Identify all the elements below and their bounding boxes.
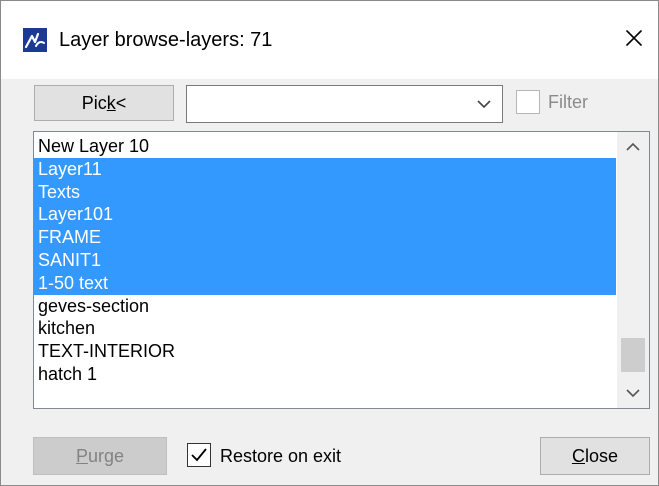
vertical-scrollbar[interactable] xyxy=(617,132,649,408)
chevron-down-icon[interactable] xyxy=(476,98,492,110)
purge-label-rest: urge xyxy=(87,446,125,466)
app-logo-icon xyxy=(23,28,47,52)
layer-list-items: New Layer 10 Layer11 Texts Layer101 FRAME SAN… xyxy=(34,132,616,386)
list-item[interactable]: kitchen xyxy=(34,317,616,340)
scroll-thumb[interactable] xyxy=(621,338,645,372)
filter-checkbox[interactable] xyxy=(516,90,540,114)
list-item[interactable]: hatch 1 xyxy=(34,363,616,386)
list-item[interactable]: New Layer 10 xyxy=(34,135,616,158)
list-item[interactable]: geves-section xyxy=(34,295,616,318)
window-title: Layer browse-layers: 71 xyxy=(59,29,273,51)
close-label-accel: C xyxy=(571,446,585,466)
restore-label: Restore on exit xyxy=(220,446,342,466)
chevron-down-icon xyxy=(626,389,640,398)
list-item[interactable]: Texts xyxy=(34,180,616,204)
layer-browse-dialog: Layer browse-layers: 71 Pick< Filter New… xyxy=(0,0,659,486)
list-item[interactable]: 1-50 text xyxy=(34,271,616,295)
restore-checkbox[interactable] xyxy=(187,443,211,467)
purge-button[interactable]: Purge xyxy=(33,437,167,475)
pick-button[interactable]: Pick< xyxy=(34,85,174,121)
pick-label-pre: Pic xyxy=(81,93,107,113)
checkmark-icon xyxy=(191,448,207,462)
purge-label-accel: P xyxy=(75,446,88,466)
list-item[interactable]: FRAME xyxy=(34,226,616,249)
list-item[interactable]: Layer11 xyxy=(34,157,616,181)
layer-list[interactable]: New Layer 10 Layer11 Texts Layer101 FRAME SAN… xyxy=(33,131,650,409)
close-icon[interactable] xyxy=(619,23,649,53)
pick-label-post: < xyxy=(115,93,127,113)
pick-label-accel: k xyxy=(106,93,116,113)
list-item[interactable]: TEXT-INTERIOR xyxy=(34,340,616,363)
layer-combo-box[interactable] xyxy=(186,85,503,123)
title-bar: Layer browse-layers: 71 xyxy=(1,1,658,79)
close-label-rest: lose xyxy=(584,446,619,466)
list-item[interactable]: Layer101 xyxy=(34,203,616,227)
chevron-up-icon xyxy=(626,142,640,151)
scroll-up-button[interactable] xyxy=(617,132,649,162)
filter-label: Filter xyxy=(548,92,588,112)
list-item[interactable]: SANIT1 xyxy=(34,248,616,272)
scroll-down-button[interactable] xyxy=(617,378,649,408)
close-button[interactable]: Close xyxy=(540,437,650,475)
